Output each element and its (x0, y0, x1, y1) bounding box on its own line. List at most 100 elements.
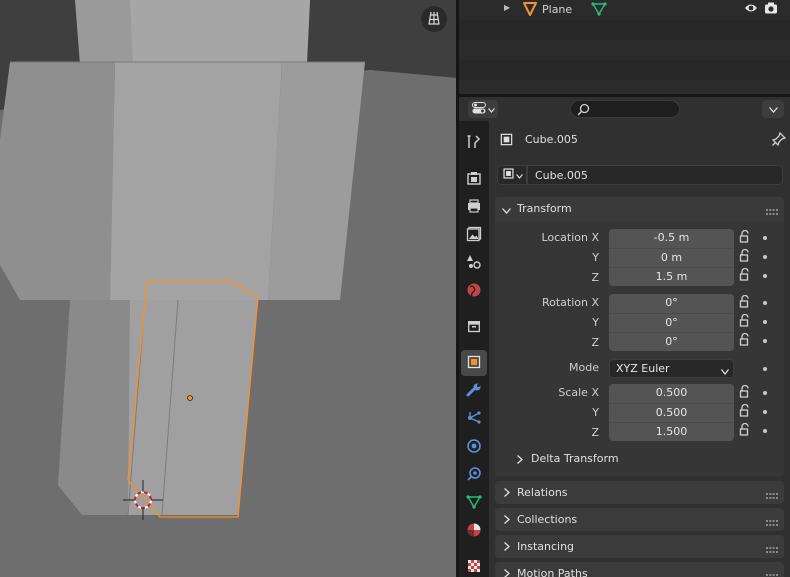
drag-grip-icon[interactable] (766, 516, 778, 529)
drag-grip-icon[interactable] (766, 543, 778, 556)
properties-editor-icon (471, 101, 486, 117)
location-z-field[interactable]: 1.5 m (609, 267, 734, 286)
panel-title: Relations (517, 486, 568, 499)
keyframe-dot-icon[interactable] (763, 429, 767, 433)
rotation-z-field[interactable]: 0° (609, 332, 734, 351)
tab-particles[interactable] (461, 406, 487, 432)
outliner[interactable]: ▶ Plane (459, 0, 790, 94)
tab-data[interactable] (461, 490, 487, 516)
tab-modifiers[interactable] (461, 378, 487, 404)
instancing-panel[interactable]: Instancing (495, 535, 784, 558)
keyframe-dot-icon[interactable] (763, 339, 767, 343)
datablock-browse-button[interactable] (497, 165, 527, 185)
keyframe-dot-icon[interactable] (763, 367, 767, 371)
tab-render[interactable] (461, 166, 487, 192)
tab-output[interactable] (461, 194, 487, 220)
scale-z-field[interactable]: 1.500 (609, 422, 734, 441)
drag-grip-icon[interactable] (766, 205, 778, 218)
relations-panel[interactable]: Relations (495, 481, 784, 504)
material-sphere-icon (466, 522, 482, 541)
tab-physics[interactable] (461, 434, 487, 460)
properties-tabs (459, 121, 489, 577)
scale-x-label: Scale X (558, 386, 599, 399)
lock-icon[interactable] (739, 332, 752, 349)
physics-icon (466, 438, 482, 457)
relations-panel-header: Relations (495, 481, 784, 505)
scale-y-field[interactable]: 0.500 (609, 403, 734, 422)
chevron-down-icon (515, 169, 523, 182)
keyframe-dot-icon[interactable] (763, 301, 767, 305)
lock-icon[interactable] (739, 384, 752, 401)
options-dropdown-button[interactable] (762, 100, 784, 118)
transform-panel-body: Location X -0.5 m Y 0 m Z 1.5 m Rotation… (495, 221, 784, 476)
keyframe-dot-icon[interactable] (763, 274, 767, 278)
tab-scene[interactable] (461, 250, 487, 276)
location-x-field[interactable]: -0.5 m (609, 229, 734, 248)
object-name-field[interactable]: Cube.005 (527, 165, 783, 185)
perspective-toggle-button[interactable] (421, 6, 447, 32)
rotation-z-label: Z (591, 336, 599, 349)
constraint-icon (466, 466, 482, 485)
tab-world[interactable] (461, 278, 487, 304)
keyframe-dot-icon[interactable] (763, 391, 767, 395)
scene-icon (466, 254, 482, 273)
scale-x-field[interactable]: 0.500 (609, 384, 734, 403)
chevron-right-icon (504, 487, 510, 500)
pin-icon[interactable] (771, 131, 787, 149)
rotation-x-label: Rotation X (541, 296, 599, 309)
scale-z-label: Z (591, 426, 599, 439)
properties-editor[interactable]: Cube.005 Cube.005 Transform Location X -… (489, 121, 790, 577)
editor-type-button[interactable] (468, 100, 498, 118)
chevron-right-icon (504, 541, 510, 554)
location-y-field[interactable]: 0 m (609, 248, 734, 267)
viewport-scene[interactable] (0, 0, 456, 577)
eye-icon[interactable] (744, 2, 758, 17)
chevron-down-icon (720, 365, 730, 378)
tab-tool[interactable] (461, 130, 487, 156)
tab-collection[interactable] (461, 314, 487, 340)
keyframe-dot-icon[interactable] (763, 320, 767, 324)
transform-panel-header[interactable]: Transform (495, 197, 784, 221)
instancing-panel-header: Instancing (495, 535, 784, 559)
lock-icon[interactable] (739, 422, 752, 439)
panel-title: Instancing (517, 540, 575, 553)
motion-paths-panel[interactable]: Motion Paths (495, 562, 784, 577)
drag-grip-icon[interactable] (766, 489, 778, 502)
object-icon (466, 354, 482, 373)
tab-object[interactable] (461, 350, 487, 376)
keyframe-dot-icon[interactable] (763, 410, 767, 414)
object-name-label: Cube.005 (525, 133, 578, 146)
tab-constraints[interactable] (461, 462, 487, 488)
rotation-mode-select[interactable]: XYZ Euler (609, 359, 734, 378)
3d-viewport[interactable] (0, 0, 456, 577)
world-icon (466, 282, 482, 301)
delta-transform-subpanel[interactable]: Delta Transform (517, 449, 757, 469)
rotation-y-field[interactable]: 0° (609, 313, 734, 332)
keyframe-dot-icon[interactable] (763, 255, 767, 259)
lock-icon[interactable] (739, 248, 752, 265)
lock-icon[interactable] (739, 294, 752, 311)
tab-texture[interactable] (461, 554, 487, 577)
tab-view-layer[interactable] (461, 222, 487, 248)
printer-icon (466, 198, 482, 217)
lock-icon[interactable] (739, 403, 752, 420)
panel-title: Collections (517, 513, 578, 526)
lock-icon[interactable] (739, 229, 752, 246)
collections-panel[interactable]: Collections (495, 508, 784, 531)
outliner-item-plane[interactable]: ▶ Plane (459, 0, 790, 20)
drag-grip-icon[interactable] (766, 570, 778, 577)
expand-arrow-icon[interactable]: ▶ (504, 3, 510, 12)
lock-icon[interactable] (739, 267, 752, 284)
mesh-data-icon[interactable] (591, 1, 607, 20)
outliner-empty-row (459, 20, 790, 40)
grid-perspective-icon (427, 11, 441, 28)
search-input[interactable] (570, 100, 680, 118)
keyframe-dot-icon[interactable] (763, 236, 767, 240)
rotation-x-field[interactable]: 0° (609, 294, 734, 313)
chevron-down-icon (768, 103, 778, 116)
mesh-data-icon (466, 494, 482, 513)
tab-material[interactable] (461, 518, 487, 544)
object-datablock-selector: Cube.005 (497, 165, 783, 185)
camera-icon[interactable] (764, 2, 778, 17)
lock-icon[interactable] (739, 313, 752, 330)
